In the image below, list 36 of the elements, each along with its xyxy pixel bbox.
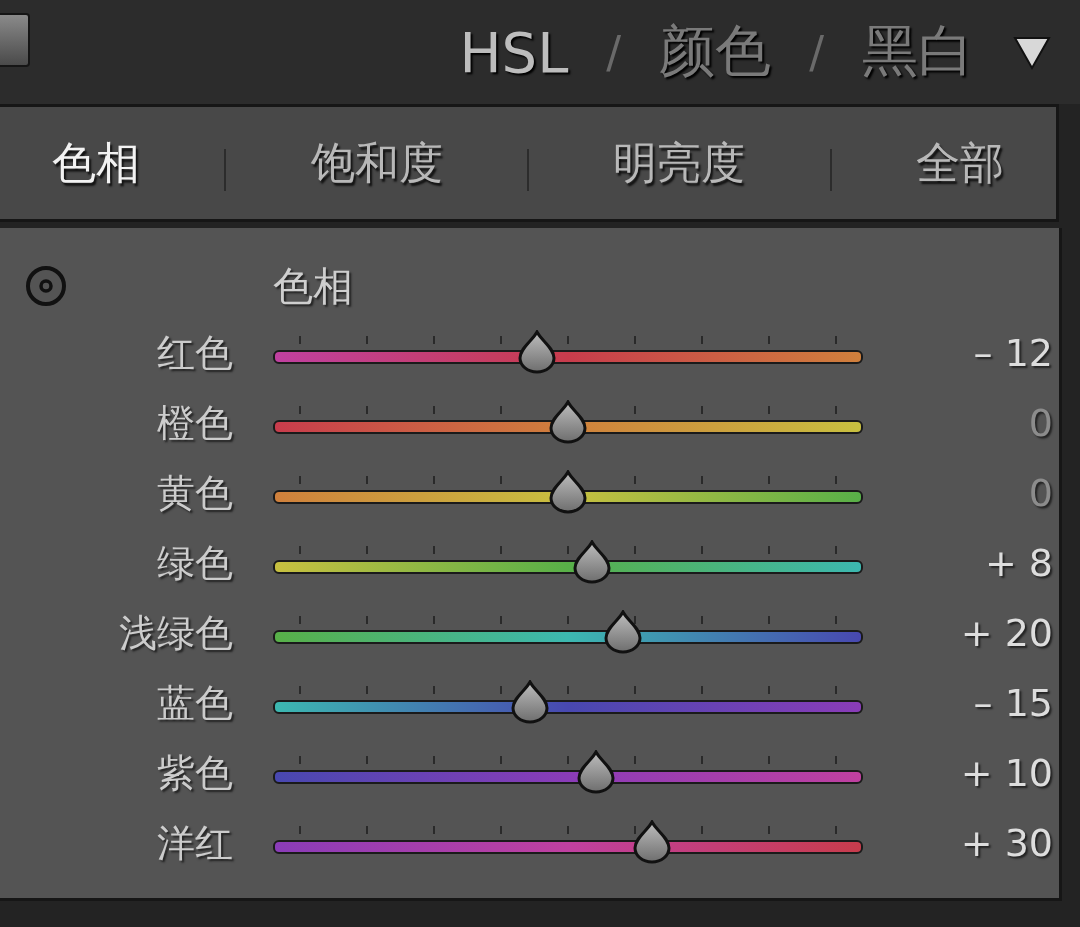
slider-label: 洋红 [157,819,233,867]
slider-thumb[interactable] [631,820,672,864]
slider-value: 0 [1028,471,1053,515]
slider-label: 绿色 [157,539,233,587]
slider-thumb[interactable] [602,610,643,654]
slider-value: – 12 [973,331,1053,375]
adjustment-tab[interactable]: 饱和度 [310,133,443,193]
adjustment-tab[interactable]: 色相 [52,133,141,193]
adjustment-tab[interactable]: 全部 [915,133,1004,193]
slider-thumb[interactable] [571,540,612,584]
panel-toggle-button[interactable] [0,13,30,67]
separator: / [606,26,622,78]
mode-tab[interactable]: 颜色 [659,14,772,90]
slider-value: 0 [1028,401,1053,445]
section-title: 色相 [273,261,353,311]
slider-thumb[interactable] [548,400,588,444]
separator: / [809,26,824,78]
slider-label: 橙色 [157,399,233,447]
slider-value: + 8 [984,541,1053,585]
slider-value: + 20 [960,611,1053,655]
slider-label: 浅绿色 [119,609,233,657]
slider-value: + 10 [960,751,1053,795]
slider-thumb[interactable] [548,470,588,514]
target-adjustment-icon[interactable] [24,264,68,308]
slider-thumb[interactable] [517,330,558,374]
slider-value: + 30 [960,821,1053,865]
slider-label: 紫色 [157,749,233,797]
slider-thumb[interactable] [509,680,550,724]
mode-tab[interactable]: 黑白 [862,14,974,90]
adjustment-tab[interactable]: 明亮度 [613,133,746,193]
slider-label: 黄色 [157,469,233,517]
slider-value: – 15 [973,681,1053,725]
mode-tab[interactable]: HSL [459,19,569,85]
slider-label: 蓝色 [157,679,233,727]
slider-thumb[interactable] [575,750,616,794]
slider-label: 红色 [157,329,233,377]
